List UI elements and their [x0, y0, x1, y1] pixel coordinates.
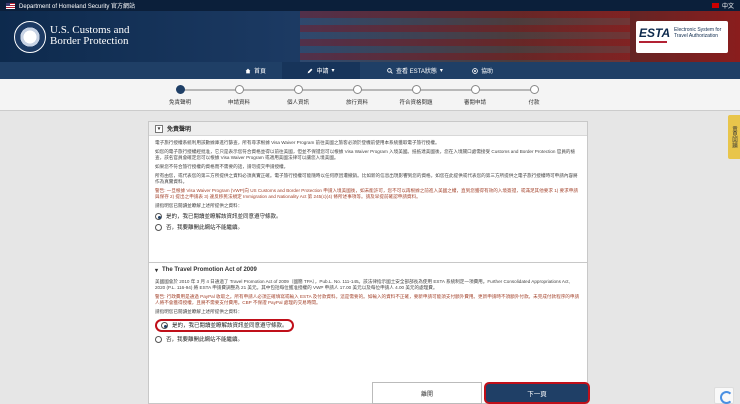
travel-promotion-option-no[interactable]: 否，我要離開此網站不能繼續。: [155, 336, 581, 343]
step-review: 審閱申請: [445, 85, 505, 106]
disclaimer-warning: 警告: 一旦根據 Visa Waiver Program (VWP)向 US C…: [155, 188, 578, 199]
step-disclaimer: 免責聲明: [150, 85, 210, 106]
application-progress: 免責聲明 申請資料 個人資訊 旅行資料 符合資格問題 審閱申請 付款: [0, 79, 740, 111]
nav-home-label: 首頁: [254, 69, 267, 75]
language-flag-icon: [711, 3, 719, 8]
nav-status-label: 查看 ESTA狀態: [396, 69, 437, 75]
flag-stripes-decoration: [300, 11, 630, 62]
disclaimer-option-yes[interactable]: 是的，我已閱讀並瞭解該資訊並同意遵守條款。: [155, 213, 581, 220]
radio-selected-icon[interactable]: [155, 213, 162, 220]
recaptcha-icon[interactable]: [714, 387, 734, 404]
nav-home[interactable]: 首頁: [245, 62, 266, 79]
step-application: 申請資料: [209, 85, 269, 106]
language-label: 中文: [721, 4, 734, 10]
form-actions: 離開 下一頁: [372, 382, 590, 404]
step-personal: 個人資訊: [268, 85, 328, 106]
main-nav: 首頁 申請 ▾ 查看 ESTA狀態 ▾ 協助: [0, 62, 740, 79]
chevron-down-icon: ▾: [155, 267, 159, 274]
search-icon: [387, 67, 393, 74]
nav-help-label: 協助: [481, 69, 494, 75]
us-flag-icon: [6, 2, 15, 9]
leave-button[interactable]: 離開: [372, 382, 482, 404]
disclaimer-paragraph-1: 電子旅行授權系統利用該數據庫進行篩查，所有尋求根據 Visa Waiver Pr…: [155, 140, 440, 145]
highlight-outline: 是的，我已閱讀並瞭解該資訊並同意遵守條款。: [155, 319, 294, 332]
edit-icon: [308, 68, 313, 73]
travel-promotion-paragraph: 美國國會於 2010 年 3 月 4 日通過了 Travel Promotion…: [155, 279, 570, 290]
travel-promotion-option-yes[interactable]: 是的，我已閱讀並瞭解該資訊並同意遵守條款。: [155, 319, 581, 332]
chevron-down-icon: ▾: [439, 68, 443, 74]
nav-status[interactable]: 查看 ESTA狀態 ▾: [387, 62, 443, 79]
step-travel: 旅行資料: [327, 85, 387, 106]
next-page-button[interactable]: 下一頁: [484, 382, 590, 404]
nav-help[interactable]: 協助: [472, 62, 493, 79]
radio-unselected-icon[interactable]: [155, 336, 162, 343]
chevron-down-icon: ▾: [155, 124, 163, 133]
home-icon: [245, 68, 251, 73]
step-eligibility: 符合資格問題: [386, 85, 446, 106]
dhs-seal-icon[interactable]: [14, 21, 46, 53]
dhs-official-text: Department of Homeland Security 官方網站: [19, 4, 136, 10]
language-selector[interactable]: 中文: [711, 1, 734, 10]
feedback-tab[interactable]: 意見回饋: [728, 115, 740, 159]
esta-subtitle: Electronic System for Travel Authorizati…: [674, 27, 722, 39]
brand-line-2: Border Protection: [50, 35, 129, 47]
disclaimer-paragraph-3: 如果您不符合旅行授權的資格而不需要的話，請勿提交申請授權。: [155, 164, 289, 169]
help-icon: [472, 67, 478, 74]
esta-logo-text: ESTA: [639, 26, 670, 43]
dhs-topbar: Department of Homeland Security 官方網站 中文: [0, 0, 740, 11]
radio-unselected-icon[interactable]: [155, 224, 162, 231]
disclaimer-option-no[interactable]: 否，我要離開此網站不能繼續。: [155, 224, 581, 231]
site-header: U.S. Customs and Border Protection ESTA …: [0, 11, 740, 62]
travel-promotion-warning: 警告: 行政費用是通過 PayPal 收取之。所有申請人必須正確填寫或輸入 ES…: [155, 294, 580, 305]
nav-apply[interactable]: 申請 ▾: [282, 62, 360, 79]
disclaimer-paragraph-4: 所有由您，或代表您的第三方所提供之資料必須真實正確。電子旅行授權可能隨時以任何原…: [155, 173, 578, 184]
esta-logo[interactable]: ESTA Electronic System for Travel Author…: [636, 21, 728, 53]
esta-underline: [639, 41, 667, 43]
disclaimer-header[interactable]: ▾ 免責聲明: [149, 122, 587, 136]
travel-promotion-prompt: 請指明您已閱讀並瞭解上述所提供之資料：: [155, 309, 243, 314]
disclaimer-title: 免責聲明: [167, 127, 192, 133]
chevron-down-icon: ▾: [331, 68, 335, 74]
radio-selected-icon[interactable]: [161, 322, 168, 329]
travel-promotion-header[interactable]: ▾ The Travel Promotion Act of 2009: [149, 263, 587, 277]
disclaimer-prompt: 請指明您已閱讀並瞭解上述所提供之資料：: [155, 203, 243, 208]
step-payment: 付款: [504, 85, 564, 106]
nav-apply-label: 申請: [316, 69, 329, 75]
travel-promotion-title: The Travel Promotion Act of 2009: [162, 267, 257, 273]
disclaimer-paragraph-2: 如您的電子旅行授權經批准，它只是表示您符合資格並得以前往美國，但並不保證您可以根…: [155, 149, 576, 160]
cbp-brand[interactable]: U.S. Customs and Border Protection: [50, 25, 129, 47]
